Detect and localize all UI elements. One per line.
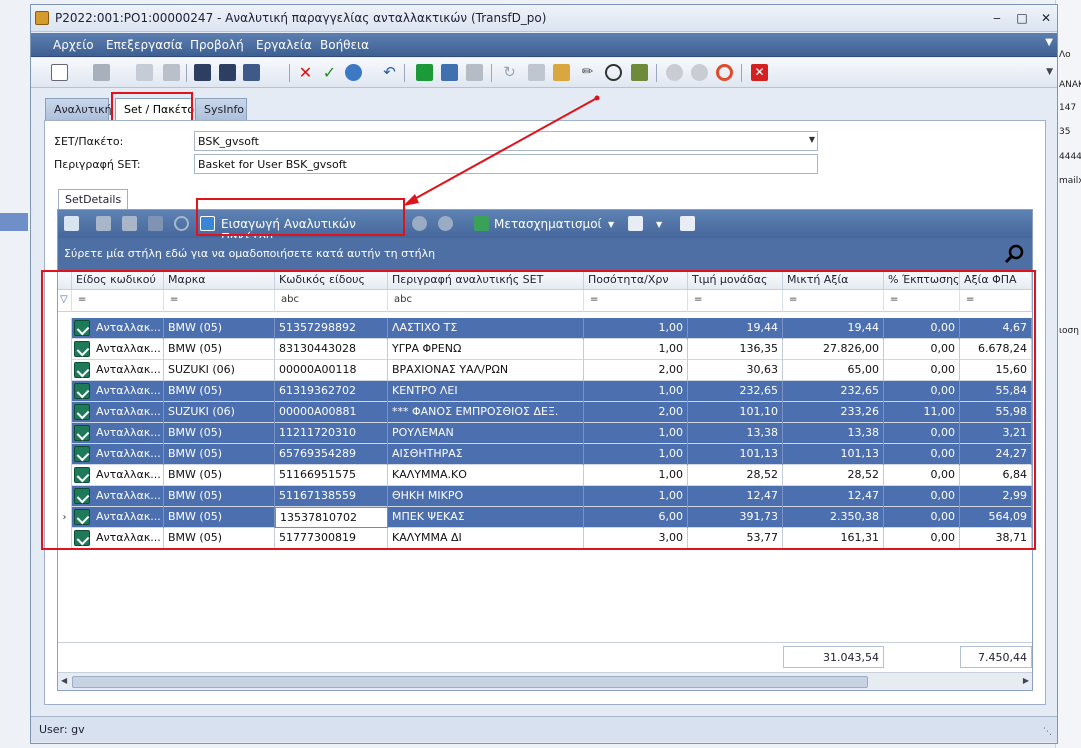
copy-icon[interactable]	[93, 64, 110, 81]
chevron-down-icon[interactable]: ▼	[656, 220, 662, 229]
background-text: mailx	[1059, 176, 1081, 186]
chevron-down-icon[interactable]: ▼	[1046, 67, 1053, 77]
toolbar-separator	[491, 64, 492, 82]
menu-file[interactable]: Αρχείο	[53, 38, 94, 52]
up-arrow-icon[interactable]	[412, 216, 427, 231]
background-text: 4444	[1059, 152, 1081, 162]
horizontal-scrollbar[interactable]: ◀ ▶	[58, 672, 1032, 690]
link-icon[interactable]	[148, 216, 163, 231]
print-preview-icon[interactable]	[466, 64, 483, 81]
copy-icon[interactable]	[96, 216, 111, 231]
note-icon[interactable]	[553, 64, 570, 81]
menu-edit[interactable]: Επεξεργασία	[106, 38, 183, 52]
tab-sysinfo[interactable]: SysInfo	[195, 98, 247, 120]
search-icon[interactable]	[1004, 244, 1024, 264]
chevron-down-icon: ▼	[608, 220, 615, 229]
group-hint: Σύρετε μία στήλη εδώ για να ομαδοποιήσετ…	[64, 247, 436, 260]
layout-icon[interactable]	[628, 216, 643, 231]
clock-icon[interactable]	[174, 216, 189, 231]
menu-view[interactable]: Προβολή	[190, 38, 244, 52]
background-text: ANAK	[1059, 80, 1081, 90]
down-arrow-icon[interactable]	[691, 64, 708, 81]
toolbar-separator	[741, 64, 742, 82]
scroll-thumb[interactable]	[72, 676, 868, 688]
edit-icon[interactable]	[122, 216, 137, 231]
new-icon[interactable]	[51, 64, 68, 81]
up-arrow-icon[interactable]	[666, 64, 683, 81]
description-value: Basket for User BSK_gvsoft	[198, 158, 347, 171]
exit-icon[interactable]: ✕	[751, 64, 768, 81]
total-gross: 31.043,54	[783, 646, 884, 668]
search-doc-icon[interactable]	[680, 216, 695, 231]
tree-icon[interactable]	[345, 64, 362, 81]
check-icon[interactable]: ✓	[321, 64, 338, 81]
menu-help[interactable]: Βοήθεια	[320, 38, 369, 52]
title-bar: P2022:001:PO1:00000247 - Αναλυτική παραγ…	[31, 5, 1057, 32]
background-window-edge: Λο ANAK 147 35 4444 mailx ιοση	[1055, 0, 1081, 748]
transform-dropdown[interactable]: Μετασχηματισμοί ▼	[472, 210, 618, 238]
close-button[interactable]: ✕	[1036, 9, 1056, 27]
grid-footer: 31.043,54 7.450,44	[58, 642, 1032, 670]
set-combo[interactable]: BSK_gvsoft ▼	[194, 131, 818, 151]
chevron-down-icon[interactable]: ▼	[1045, 37, 1053, 48]
toolbar-separator	[404, 64, 405, 82]
refresh-icon[interactable]: ↻	[501, 64, 518, 81]
chevron-down-icon[interactable]: ▼	[809, 135, 815, 144]
background-text: 147	[1059, 103, 1077, 113]
list-icon[interactable]	[441, 64, 458, 81]
status-bar: User: gv ⋱	[31, 716, 1057, 742]
description-field[interactable]: Basket for User BSK_gvsoft	[194, 154, 818, 174]
window-icon[interactable]	[528, 64, 545, 81]
scroll-left-icon[interactable]: ◀	[61, 676, 67, 685]
resize-grip-icon[interactable]: ⋱	[1043, 727, 1052, 737]
main-toolbar: ✕ ✓ ↶ ↻ ✏ ✕ ▼	[31, 58, 1057, 88]
menu-bar: Αρχείο Επεξεργασία Προβολή Εργαλεία Βοήθ…	[31, 33, 1057, 57]
delete-icon[interactable]: ✕	[297, 64, 314, 81]
highlight-grid-box	[41, 270, 1036, 550]
menu-tools[interactable]: Εργαλεία	[256, 38, 312, 52]
background-selection	[0, 213, 28, 231]
calendar-icon[interactable]	[631, 64, 648, 81]
maximize-button[interactable]: □	[1012, 9, 1032, 27]
minimize-button[interactable]: ‒	[987, 9, 1007, 27]
tab-setdetails[interactable]: SetDetails	[58, 189, 129, 209]
set-label: ΣΕΤ/Πακέτο:	[54, 135, 124, 148]
scroll-right-icon[interactable]: ▶	[1023, 676, 1029, 685]
document-icon[interactable]	[136, 64, 153, 81]
save-close-icon[interactable]	[219, 64, 236, 81]
highlight-import-box	[196, 198, 405, 236]
status-user: User: gv	[39, 723, 85, 736]
toolbar-separator	[656, 64, 657, 82]
tab-analytical[interactable]: Αναλυτική	[45, 98, 112, 120]
settings-icon[interactable]	[163, 64, 180, 81]
app-icon	[35, 11, 49, 25]
attachment-icon[interactable]: ✏	[579, 64, 596, 81]
set-value: BSK_gvsoft	[198, 135, 259, 148]
background-text: Λο	[1059, 50, 1071, 60]
save-icon[interactable]	[194, 64, 211, 81]
back-arrow-icon[interactable]	[416, 64, 433, 81]
description-label: Περιγραφή SET:	[54, 158, 141, 171]
grid-list-icon[interactable]	[64, 216, 79, 231]
clock-icon[interactable]	[605, 64, 622, 81]
transform-label: Μετασχηματισμοί	[494, 217, 602, 231]
down-arrow-icon[interactable]	[438, 216, 453, 231]
undo-icon[interactable]: ↶	[381, 64, 398, 81]
transform-icon	[474, 216, 489, 231]
print-icon[interactable]	[243, 64, 260, 81]
background-text: 35	[1059, 127, 1071, 137]
main-window: P2022:001:PO1:00000247 - Αναλυτική παραγ…	[30, 4, 1058, 744]
toolbar-separator	[289, 64, 290, 82]
total-vat: 7.450,44	[960, 646, 1032, 668]
background-text: ιοση	[1059, 326, 1079, 336]
toolbar-separator	[186, 64, 187, 82]
window-title: P2022:001:PO1:00000247 - Αναλυτική παραγ…	[55, 11, 547, 25]
lifebuoy-icon[interactable]	[716, 64, 733, 81]
group-panel[interactable]: Σύρετε μία στήλη εδώ για να ομαδοποιήσετ…	[58, 238, 1032, 270]
